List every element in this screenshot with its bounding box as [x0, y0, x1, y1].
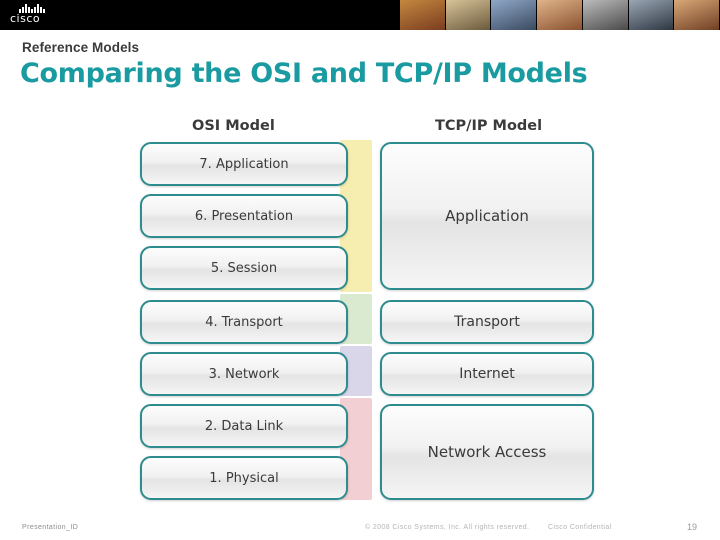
tcpip-layer-label: Network Access: [427, 443, 547, 461]
osi-layer-7[interactable]: 7. Application: [140, 142, 348, 186]
osi-layer-1[interactable]: 1. Physical: [140, 456, 348, 500]
osi-column-heading: OSI Model: [192, 118, 275, 134]
footer-presentation-id: Presentation_ID: [22, 524, 79, 531]
osi-layer-label: 3. Network: [208, 366, 280, 382]
osi-layer-label: 1. Physical: [209, 470, 279, 486]
footer-confidential: Cisco Confidential: [548, 524, 612, 531]
banner-photo: [674, 0, 720, 30]
osi-layer-label: 6. Presentation: [194, 208, 294, 224]
banner-photo: [400, 0, 446, 30]
tcpip-layer-label: Transport: [454, 314, 520, 330]
footer-page-number: 19: [687, 522, 698, 532]
tcpip-layer-application[interactable]: Application: [380, 142, 594, 290]
osi-layer-label: 2. Data Link: [204, 418, 284, 434]
osi-layer-label: 5. Session: [210, 260, 278, 276]
page-title: Comparing the OSI and TCP/IP Models: [20, 58, 588, 89]
tcpip-layer-label: Application: [445, 207, 529, 225]
osi-layer-5[interactable]: 5. Session: [140, 246, 348, 290]
tcpip-layer-transport[interactable]: Transport: [380, 300, 594, 344]
cisco-logo: cisco: [10, 4, 80, 26]
osi-layer-3[interactable]: 3. Network: [140, 352, 348, 396]
banner-photo-strip: [400, 0, 720, 30]
osi-tcpip-diagram: OSI Model TCP/IP Model 7. Application 6.…: [132, 112, 602, 502]
osi-layer-label: 7. Application: [199, 156, 289, 172]
tcpip-column-heading: TCP/IP Model: [435, 118, 543, 134]
tcpip-layer-network-access[interactable]: Network Access: [380, 404, 594, 500]
cisco-wordmark: cisco: [10, 12, 41, 25]
tcpip-layer-label: Internet: [459, 366, 515, 382]
banner-photo: [582, 0, 629, 30]
osi-layer-2[interactable]: 2. Data Link: [140, 404, 348, 448]
slide-eyebrow: Reference Models: [22, 40, 140, 55]
osi-layer-label: 4. Transport: [205, 314, 283, 330]
banner-photo: [537, 0, 583, 30]
osi-layer-6[interactable]: 6. Presentation: [140, 194, 348, 238]
banner-photo: [628, 0, 675, 30]
banner-photo: [491, 0, 538, 30]
osi-layer-4[interactable]: 4. Transport: [140, 300, 348, 344]
top-banner: cisco: [0, 0, 720, 30]
banner-photo: [445, 0, 492, 30]
tcpip-layer-internet[interactable]: Internet: [380, 352, 594, 396]
footer-copyright: © 2008 Cisco Systems, Inc. All rights re…: [365, 524, 530, 531]
